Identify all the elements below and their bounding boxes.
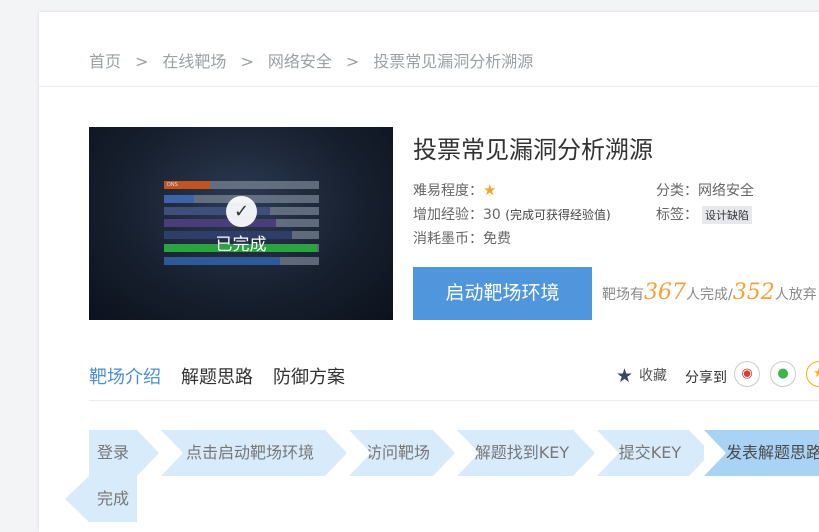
- tab-defense[interactable]: 防御方案: [273, 363, 345, 389]
- step-arrow: [573, 430, 595, 476]
- step-notch: [457, 430, 479, 476]
- thumbnail-bar: [164, 257, 319, 265]
- step-notch: [597, 430, 619, 476]
- completed-suffix: 人完成/: [686, 287, 733, 303]
- abandoned-count: 352: [732, 280, 775, 305]
- abandoned-suffix: 人放弃: [774, 287, 817, 303]
- step-notch: [161, 430, 183, 476]
- start-environment-button[interactable]: 启动靶场环境: [413, 267, 592, 320]
- tag-row: 标签： 设计缺陷: [656, 204, 752, 224]
- tab-intro[interactable]: 靶场介绍: [89, 363, 161, 389]
- difficulty-row: 难易程度：★: [413, 180, 496, 200]
- breadcrumb-current: 投票常见漏洞分析溯源: [373, 52, 534, 71]
- difficulty-label: 难易程度：: [413, 183, 483, 199]
- cost-value: 免费: [483, 231, 511, 247]
- favorite-button[interactable]: ★ 收藏: [616, 365, 667, 387]
- tag-label: 标签：: [656, 207, 698, 223]
- stats-prefix: 靶场有: [602, 287, 644, 303]
- step-arrow: [137, 430, 159, 476]
- tab-solution[interactable]: 解题思路: [181, 363, 253, 389]
- step-notch: [704, 430, 726, 476]
- share-label: 分享到: [685, 370, 727, 386]
- breadcrumb: 首页 > 在线靶场 > 网络安全 > 投票常见漏洞分析溯源: [89, 48, 533, 72]
- category-row: 分类：网络安全: [656, 180, 754, 200]
- breadcrumb-separator: >: [345, 52, 360, 71]
- step-arrow: [433, 430, 455, 476]
- tag-chip[interactable]: 设计缺陷: [702, 206, 752, 224]
- step-arrow: [65, 476, 89, 522]
- step-item: 登录: [89, 430, 137, 476]
- completed-label: 已完成: [215, 235, 267, 255]
- exp-label: 增加经验：: [413, 207, 483, 223]
- step-item: 点击启动靶场环境: [161, 430, 325, 476]
- favorite-label: 收藏: [639, 368, 668, 384]
- category-label: 分类：: [656, 183, 698, 199]
- breadcrumb-category[interactable]: 网络安全: [268, 48, 332, 72]
- step-notch: [349, 430, 371, 476]
- qzone-icon[interactable]: ★: [806, 361, 819, 387]
- content-card: 首页 > 在线靶场 > 网络安全 > 投票常见漏洞分析溯源 DNS ✓ 已完成 投票常见漏洞…: [39, 12, 819, 532]
- breadcrumb-home[interactable]: 首页: [89, 48, 121, 72]
- star-icon: ★: [483, 181, 497, 199]
- exp-note: (完成可获得经验值): [505, 208, 611, 222]
- completed-count: 367: [644, 280, 686, 305]
- detail-tabs: 靶场介绍 解题思路 防御方案: [89, 363, 365, 389]
- challenge-thumbnail: DNS ✓ 已完成: [89, 127, 393, 320]
- cost-label: 消耗墨币：: [413, 231, 483, 247]
- favorite-star-icon: ★: [616, 365, 634, 387]
- step-flow: 登录 点击启动靶场环境 访问靶场 解题找到KEY 提交KEY 发表解题思路: [89, 430, 819, 476]
- breadcrumb-separator: >: [240, 52, 254, 71]
- cost-row: 消耗墨币：免费: [413, 228, 511, 248]
- exp-row: 增加经验：30 (完成可获得经验值): [413, 204, 611, 224]
- wechat-icon[interactable]: ●: [770, 361, 796, 387]
- breadcrumb-separator: >: [135, 52, 149, 71]
- thumbnail-bar: DNS: [164, 181, 319, 189]
- challenge-title: 投票常见漏洞分析溯源: [413, 136, 653, 164]
- step-item: 完成: [89, 476, 137, 522]
- header-divider: [39, 86, 819, 87]
- completion-stats: 靶场有367人完成/352人放弃: [602, 280, 817, 305]
- tabs-divider: [89, 400, 819, 401]
- exp-value: 30: [483, 207, 501, 223]
- category-value: 网络安全: [698, 183, 754, 199]
- check-icon: ✓: [226, 196, 257, 227]
- step-arrow: [325, 430, 347, 476]
- weibo-icon[interactable]: ◉: [734, 361, 760, 387]
- breadcrumb-range[interactable]: 在线靶场: [162, 48, 226, 72]
